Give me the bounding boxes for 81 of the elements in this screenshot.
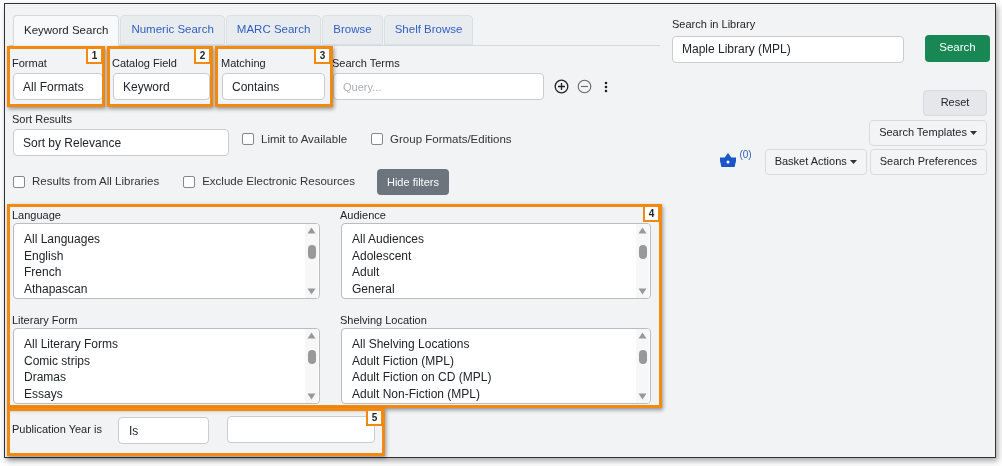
checkbox-label: Limit to Available <box>261 131 348 147</box>
checkbox-label: Results from All Libraries <box>32 174 160 190</box>
tab[interactable]: Browse <box>322 15 383 45</box>
more-icon[interactable] <box>604 80 608 93</box>
list-option[interactable]: All Literary Forms <box>24 336 118 353</box>
select-field[interactable]: All Formats <box>13 73 103 100</box>
callout-number: 3 <box>314 47 331 64</box>
search-button[interactable]: Search <box>925 34 990 62</box>
list-option[interactable]: Athapascan <box>24 280 88 297</box>
select-field[interactable]: Keyword <box>113 73 210 100</box>
tab[interactable]: Shelf Browse <box>383 15 474 45</box>
callout-number: 4 <box>643 205 660 222</box>
field-label: Publication Year is <box>12 422 103 437</box>
list-box[interactable]: All Audiences Adolescent Adult General <box>341 223 651 299</box>
scroll-down-icon[interactable] <box>638 393 647 400</box>
field-label: Format <box>12 56 48 70</box>
list-box[interactable]: All Languages English French Athapascan <box>13 223 320 299</box>
list-option[interactable]: English <box>24 247 64 264</box>
callout-number: 1 <box>86 47 103 64</box>
field-label: Search Terms <box>332 56 401 70</box>
callout-number: 5 <box>366 409 383 426</box>
scroll-thumb-icon[interactable] <box>638 245 647 259</box>
list-option[interactable]: All Languages <box>24 231 101 248</box>
field-label: Shelving Location <box>340 313 428 327</box>
field-label: Literary Form <box>12 313 79 327</box>
list-option[interactable]: Adult <box>352 264 380 281</box>
caret-icon[interactable] <box>849 159 857 164</box>
scroll-thumb-icon[interactable] <box>307 245 316 259</box>
scroll-up-icon[interactable] <box>638 332 647 339</box>
list-option[interactable]: Essays <box>24 385 63 402</box>
add-icon[interactable] <box>554 79 569 94</box>
caret-icon[interactable] <box>970 130 977 135</box>
list-box[interactable]: All Shelving Locations Adult Fiction (MPL) Adult Fiction on CD (MPL) Adult Non-Fiction (MPL) <box>341 328 651 404</box>
field-label: Search in Library <box>672 17 757 32</box>
tab[interactable]: Numeric Search <box>120 15 225 45</box>
checkbox-label: Group Formats/Editions <box>390 131 512 147</box>
field-label: Matching <box>221 56 267 70</box>
list-option[interactable]: All Audiences <box>352 231 425 248</box>
list-option[interactable]: Adult Fiction on CD (MPL) <box>352 369 492 386</box>
checkbox[interactable] <box>242 133 254 146</box>
field-label: Language <box>12 208 62 222</box>
field-label: Audience <box>340 208 387 222</box>
checkbox[interactable] <box>371 133 384 146</box>
field-label: Sort Results <box>12 112 73 126</box>
list-option[interactable]: Adult Non-Fiction (MPL) <box>352 385 481 402</box>
select-field[interactable]: Sort by Relevance <box>13 129 229 156</box>
field-label: Catalog Field <box>112 56 178 70</box>
tab[interactable]: MARC Search <box>225 15 322 45</box>
hide-filters-button[interactable]: Hide filters <box>376 169 449 195</box>
scroll-up-icon[interactable] <box>307 332 316 339</box>
scroll-down-icon[interactable] <box>638 288 647 295</box>
tab[interactable]: Keyword Search <box>13 15 120 46</box>
library-select[interactable]: Maple Library (MPL) <box>672 35 904 63</box>
list-option[interactable]: Adult Fiction (MPL) <box>352 352 455 369</box>
scroll-thumb-icon[interactable] <box>307 350 316 364</box>
select-field[interactable]: Contains <box>222 73 325 100</box>
list-option[interactable]: Dramas <box>24 369 66 386</box>
checkbox-label: Exclude Electronic Resources <box>202 174 355 190</box>
search-templates-button[interactable]: Search Templates <box>869 119 987 146</box>
basket-icon[interactable] <box>720 152 737 167</box>
remove-icon[interactable] <box>577 79 592 94</box>
list-option[interactable]: General <box>352 280 395 297</box>
list-option[interactable]: Comic strips <box>24 352 90 369</box>
list-option[interactable]: All Shelving Locations <box>352 336 470 353</box>
list-box[interactable]: All Literary Forms Comic strips Dramas Essays <box>13 328 320 404</box>
scroll-thumb-icon[interactable] <box>638 350 647 364</box>
checkbox[interactable] <box>183 176 196 188</box>
reset-button[interactable]: Reset <box>923 89 987 116</box>
scroll-up-icon[interactable] <box>307 227 316 234</box>
basket-count[interactable]: (0) <box>739 146 752 162</box>
list-option[interactable]: French <box>24 264 62 281</box>
search-terms-field[interactable]: Query... <box>333 73 544 100</box>
scroll-up-icon[interactable] <box>638 227 647 234</box>
operator-select[interactable]: Is <box>118 417 209 444</box>
basket-actions-button[interactable]: Basket Actions <box>764 148 867 175</box>
search-preferences-button[interactable]: Search Preferences <box>869 148 987 175</box>
scroll-down-icon[interactable] <box>307 393 316 400</box>
scroll-down-icon[interactable] <box>307 288 316 295</box>
list-option[interactable]: Adolescent <box>352 247 412 264</box>
callout-number: 2 <box>194 47 211 64</box>
checkbox[interactable] <box>13 176 25 188</box>
